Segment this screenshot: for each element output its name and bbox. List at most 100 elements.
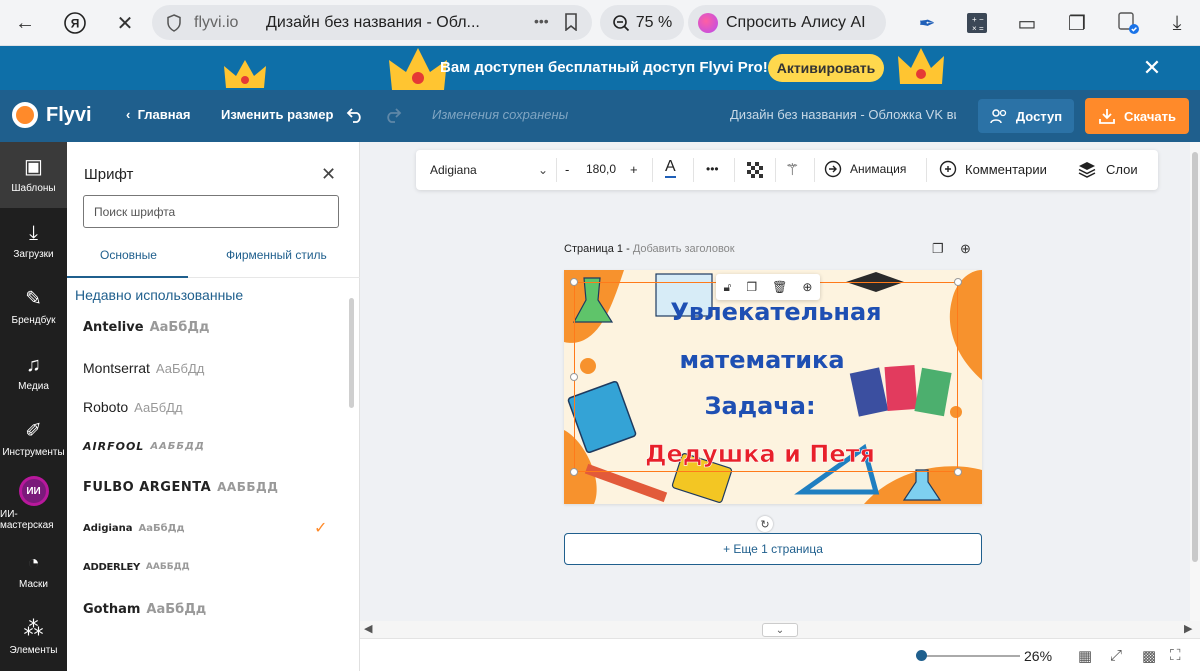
scroll-right-icon[interactable]: ▶ (1184, 622, 1192, 635)
add-page-icon[interactable]: ⊕ (960, 241, 971, 257)
pen-icon[interactable]: ✒ (912, 8, 942, 38)
download-arrow-icon[interactable]: ⤓ (1162, 8, 1192, 38)
nav-elements[interactable]: ⁂ Элементы (0, 604, 67, 670)
crown-icon (224, 60, 266, 88)
tools-icon: ✐ (25, 419, 42, 442)
close-promo-icon[interactable]: ✕ (1140, 54, 1164, 82)
pattern-icon[interactable]: ▩ (1142, 647, 1156, 665)
nav-ai-studio[interactable]: ИИ ИИ-мастерская (0, 472, 67, 538)
add-title-link[interactable]: Добавить заголовок (633, 243, 735, 255)
close-tab-icon[interactable]: ✕ (110, 8, 140, 38)
font-item-selected[interactable]: Adigiana АаБбДд (83, 516, 333, 540)
scroll-thumb[interactable] (1192, 152, 1198, 562)
resize-handle[interactable] (570, 278, 578, 286)
comment-icon (939, 160, 957, 178)
fullscreen-icon[interactable]: ⛶ (1170, 647, 1181, 664)
zoom-slider-track[interactable] (920, 655, 1020, 657)
text-color-icon[interactable]: A (665, 158, 676, 178)
layers-icon (1078, 162, 1096, 178)
close-panel-icon[interactable]: ✕ (321, 164, 336, 185)
collapse-chevron-icon[interactable]: ⌄ (762, 623, 798, 637)
decrease-size-button[interactable]: - (565, 162, 569, 177)
zoom-out-icon (612, 14, 629, 31)
yandex-icon[interactable]: Я (60, 8, 90, 38)
scroll-left-icon[interactable]: ◀ (364, 622, 372, 635)
nav-label: Загрузки (13, 248, 54, 260)
calculator-icon[interactable]: + − × = (962, 8, 992, 38)
font-item[interactable]: Gotham АаБбДд (83, 597, 333, 621)
activate-button[interactable]: Активировать (768, 54, 884, 82)
more-options-icon[interactable]: ••• (706, 162, 719, 176)
translate-icon[interactable] (1114, 8, 1144, 38)
font-item[interactable]: Montserrat АаБбДд (83, 356, 333, 380)
copy-icon[interactable]: ❐ (746, 280, 757, 294)
selection-box[interactable] (574, 282, 958, 472)
tab-basic[interactable]: Основные (100, 248, 157, 262)
duplicate-page-icon[interactable]: ❐ (932, 241, 944, 257)
document-name[interactable]: Дизайн без названия - Обложка VK вид... (730, 107, 956, 122)
fit-screen-icon[interactable]: ⤢ (1110, 647, 1122, 664)
font-item[interactable]: Antelive АаБбДд (83, 315, 333, 339)
comment-add-icon[interactable]: ⊕ (802, 280, 812, 294)
nav-tools[interactable]: ✐ Инструменты (0, 406, 67, 472)
undo-icon[interactable] (346, 105, 364, 123)
address-bar[interactable]: flyvi.io Дизайн без названия - Обл... ••… (152, 5, 592, 40)
text-toolbar: Adigiana ⌄ - 180,0 + A ••• ⚚ Анимация Ко… (416, 150, 1158, 190)
trash-icon[interactable]: 🗑︎ (772, 280, 787, 294)
grid-view-icon[interactable]: ▦ (1078, 647, 1092, 665)
magic-wand-icon[interactable]: ⚚ (785, 160, 799, 180)
workspace-vscroll[interactable] (1190, 142, 1200, 621)
access-button[interactable]: Доступ (978, 99, 1074, 133)
collections-icon[interactable]: ❐ (1062, 8, 1092, 38)
nav-brandbook[interactable]: ✎ Брендбук (0, 274, 67, 340)
nav-masks[interactable]: ◔ Маски (0, 538, 67, 604)
resize-handle[interactable] (570, 373, 578, 381)
panel-scrollbar[interactable] (349, 298, 354, 408)
font-item[interactable]: AIRFOOL ААББДД (83, 434, 333, 458)
resize-link[interactable]: Изменить размер (221, 107, 333, 122)
back-arrow-icon[interactable]: ← (10, 8, 40, 38)
bookmark-icon[interactable] (564, 13, 578, 31)
zoom-pill[interactable]: 75 % (600, 5, 684, 40)
element-mini-toolbar: 🔓︎ ❐ 🗑︎ ⊕ (716, 274, 820, 300)
zoom-slider-knob[interactable] (916, 650, 927, 661)
layers-button[interactable]: Слои (1078, 160, 1138, 178)
font-item[interactable]: ADDERLEY ААББДД (83, 555, 333, 579)
resize-handle[interactable] (954, 278, 962, 286)
nav-media[interactable]: ♫ Медиа (0, 340, 67, 406)
recent-fonts-heading: Недавно использованные (75, 287, 244, 303)
font-name: FULBO ARGENTA (83, 479, 212, 495)
font-select[interactable]: Adigiana ⌄ (424, 156, 554, 184)
home-link[interactable]: ‹ Главная (126, 107, 190, 122)
resize-handle[interactable] (570, 468, 578, 476)
flyvi-logo[interactable]: Flyvi (12, 102, 92, 128)
horizontal-scrollbar[interactable]: ◀ ▶ ⌄ (360, 621, 1200, 638)
tab-brand-style[interactable]: Фирменный стиль (226, 248, 327, 262)
transparency-icon[interactable] (747, 162, 763, 178)
status-bar: 26% ▦ ⤢ ▩ ⛶ (360, 638, 1200, 671)
nav-uploads[interactable]: ⤓ Загрузки (0, 208, 67, 274)
shield-icon (167, 14, 181, 32)
font-item[interactable]: Roboto АаБбДд (83, 395, 333, 419)
font-size-field[interactable]: 180,0 (586, 162, 616, 176)
lock-icon[interactable]: 🔓︎ (724, 280, 732, 295)
users-icon (990, 109, 1007, 124)
app-header: Flyvi ‹ Главная Изменить размер Изменени… (0, 90, 1200, 142)
font-search-input[interactable] (83, 195, 339, 228)
animation-button[interactable]: Анимация (824, 160, 906, 178)
redo-icon[interactable] (384, 105, 402, 123)
divider (775, 158, 776, 182)
more-icon[interactable]: ••• (534, 13, 549, 29)
rotate-icon[interactable]: ↻ (757, 516, 773, 532)
nav-templates[interactable]: ▣ Шаблоны (0, 142, 67, 208)
media-icon: ♫ (26, 353, 41, 376)
window-icon[interactable]: ▭ (1012, 8, 1042, 38)
increase-size-button[interactable]: + (630, 162, 638, 177)
alice-button[interactable]: Спросить Алису AI (688, 5, 886, 40)
add-page-button[interactable]: + Еще 1 страница (564, 533, 982, 565)
comments-button[interactable]: Комментарии (939, 160, 1047, 178)
zoom-value[interactable]: 26% (1024, 648, 1052, 664)
font-item[interactable]: FULBO ARGENTA ААББДД (83, 475, 333, 499)
download-button[interactable]: Скачать (1085, 98, 1189, 134)
resize-handle[interactable] (954, 468, 962, 476)
